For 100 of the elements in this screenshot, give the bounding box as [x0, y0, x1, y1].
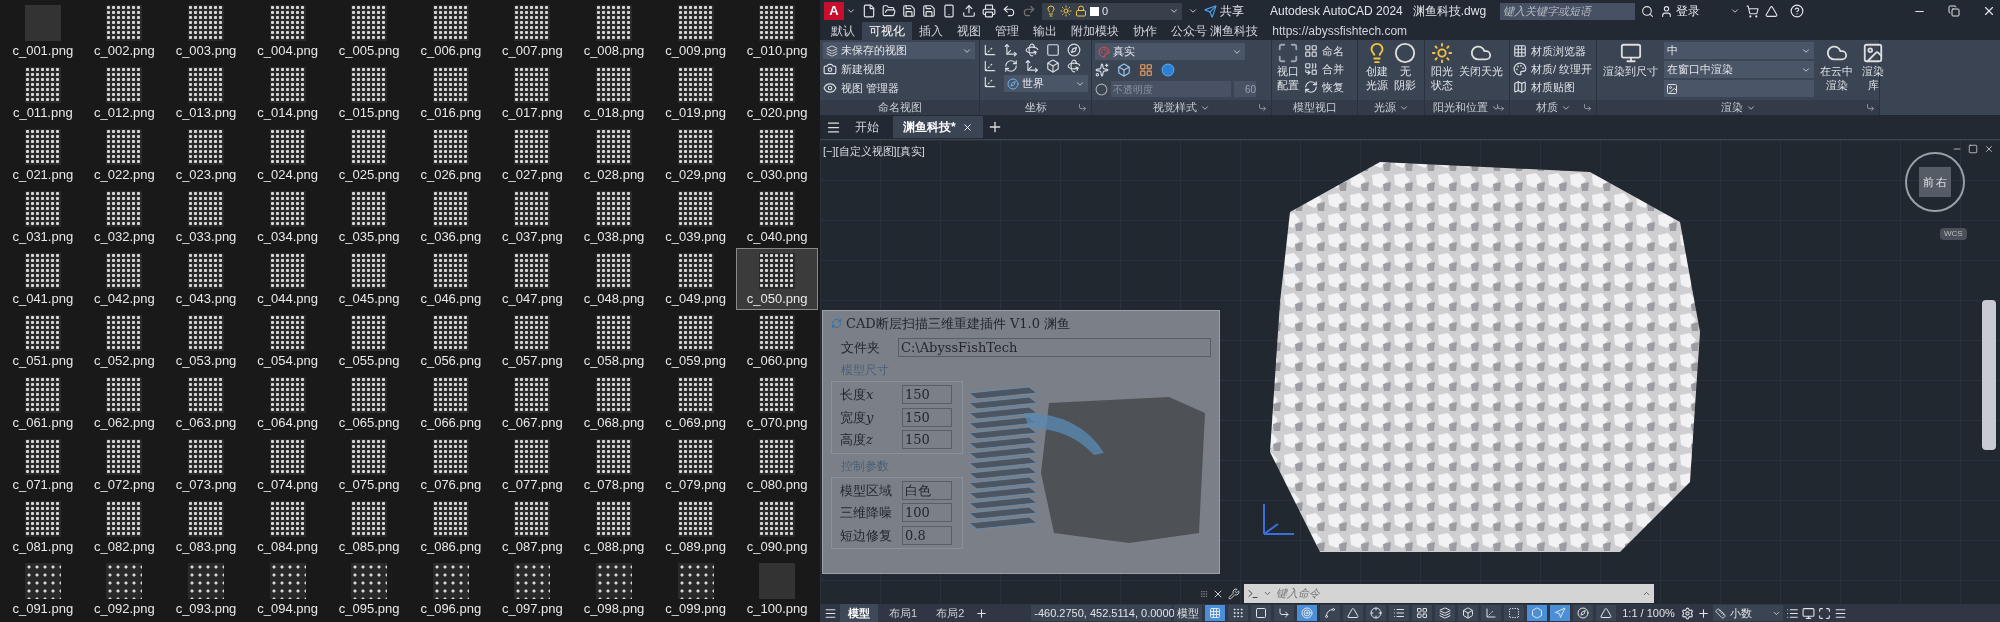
file-item[interactable]: c_069.png — [654, 372, 737, 434]
folder-path-field[interactable]: C:\AbyssFishTech — [898, 337, 1211, 357]
file-item[interactable]: c_020.png — [736, 62, 818, 124]
file-item[interactable]: c_081.png — [2, 496, 84, 558]
dialog-launcher-icon[interactable] — [1258, 103, 1267, 112]
status-toggle[interactable] — [1297, 605, 1318, 621]
file-item[interactable]: c_013.png — [165, 62, 247, 124]
share-button[interactable]: 共享 — [1204, 2, 1244, 20]
file-item[interactable]: c_016.png — [410, 62, 492, 124]
file-item[interactable]: c_060.png — [736, 310, 818, 372]
maximize-icon[interactable] — [1968, 144, 1978, 154]
file-item[interactable]: c_045.png — [328, 248, 410, 310]
file-item[interactable]: c_077.png — [491, 434, 574, 496]
dialog-launcher-icon[interactable] — [1496, 103, 1505, 112]
ribbon-tab[interactable]: 可视化 — [862, 22, 912, 40]
file-item[interactable]: c_043.png — [165, 248, 247, 310]
status-toggle[interactable] — [1320, 605, 1341, 621]
ribbon-large-button[interactable]: 创建 光源 — [1363, 42, 1391, 100]
app-logo[interactable]: A — [824, 2, 844, 20]
ribbon-tab[interactable]: 公众号 渊鱼科技 — [1164, 22, 1266, 40]
file-item[interactable]: c_037.png — [491, 186, 574, 248]
ribbon-large-button[interactable]: 视口 配置 — [1274, 42, 1302, 100]
cart-icon[interactable] — [1746, 4, 1760, 18]
file-item[interactable]: c_030.png — [736, 124, 818, 186]
visual-style-dropdown[interactable]: 真实 — [1095, 43, 1245, 60]
file-item[interactable]: c_033.png — [165, 186, 247, 248]
ribbon-tab[interactable]: 视图 — [950, 22, 988, 40]
file-item[interactable]: c_021.png — [2, 124, 84, 186]
status-toggle[interactable] — [1458, 605, 1479, 621]
ribbon-large-button[interactable]: 渲染 库 — [1859, 42, 1887, 100]
ribbon-tab[interactable]: 默认 — [824, 22, 862, 40]
file-item[interactable]: c_068.png — [573, 372, 655, 434]
status-toggle[interactable] — [1527, 605, 1548, 621]
file-item[interactable]: c_054.png — [246, 310, 329, 372]
wrench-icon[interactable] — [1228, 587, 1240, 600]
file-item[interactable]: c_047.png — [491, 248, 574, 310]
view-dropdown[interactable]: 未保存的视图 — [823, 42, 975, 59]
ribbon-button[interactable]: 新建视图 — [823, 60, 976, 78]
file-item[interactable]: c_017.png — [491, 62, 574, 124]
close-icon[interactable] — [1982, 4, 1996, 18]
ribbon-button[interactable]: 合并 — [1304, 60, 1344, 78]
status-toggle[interactable] — [1366, 605, 1387, 621]
file-item[interactable]: c_049.png — [654, 248, 737, 310]
status-toggle[interactable] — [1412, 605, 1433, 621]
file-item[interactable]: c_051.png — [2, 310, 84, 372]
file-item[interactable]: c_055.png — [328, 310, 410, 372]
search-field[interactable]: 键入关键字或短语 — [1500, 2, 1636, 20]
file-item[interactable]: c_044.png — [246, 248, 329, 310]
open-folder-icon[interactable] — [882, 4, 896, 18]
file-item[interactable]: c_066.png — [410, 372, 492, 434]
status-toggle[interactable] — [1228, 605, 1249, 621]
status-toggle[interactable] — [1274, 605, 1295, 621]
dialog-launcher-icon[interactable] — [1078, 103, 1087, 112]
fullscreen-icon[interactable] — [1817, 606, 1831, 620]
value-field[interactable]: 白色 — [902, 480, 952, 500]
annotation-scale-button[interactable]: 1:1 / 100% — [1619, 604, 1678, 622]
file-item[interactable]: c_042.png — [83, 248, 166, 310]
file-item[interactable]: c_088.png — [573, 496, 655, 558]
file-item[interactable]: c_001.png — [2, 0, 84, 62]
cube-icon[interactable] — [1117, 63, 1131, 77]
upload-icon[interactable] — [962, 4, 976, 18]
render-quality-dropdown[interactable]: 中 — [1664, 42, 1814, 59]
ribbon-button[interactable]: 材质贴图 — [1513, 78, 1593, 96]
status-toggle[interactable] — [1205, 605, 1226, 621]
wcs-label[interactable]: WCS — [1940, 228, 1967, 240]
file-item[interactable]: c_095.png — [328, 558, 410, 620]
close-icon[interactable] — [961, 121, 973, 133]
file-item[interactable]: c_056.png — [410, 310, 492, 372]
save-as-icon[interactable] — [922, 4, 936, 18]
file-item[interactable]: c_061.png — [2, 372, 84, 434]
file-item[interactable]: c_070.png — [736, 372, 818, 434]
file-item[interactable]: c_022.png — [83, 124, 166, 186]
ribbon-tab[interactable]: 管理 — [988, 22, 1026, 40]
ucs-dropdown[interactable]: 世界 — [1004, 75, 1088, 92]
triangle-icon[interactable] — [1765, 4, 1779, 18]
dialog-launcher-icon[interactable] — [1583, 103, 1592, 112]
ribbon-large-button[interactable]: 无 阴影 — [1391, 42, 1419, 100]
file-item[interactable]: c_041.png — [2, 248, 84, 310]
file-item[interactable]: c_032.png — [83, 186, 166, 248]
model-space-button[interactable]: 模型 — [1174, 604, 1203, 622]
close-icon[interactable] — [1984, 144, 1994, 154]
file-item[interactable]: c_003.png — [165, 0, 247, 62]
file-item[interactable]: c_009.png — [654, 0, 737, 62]
menu-icon[interactable] — [826, 119, 841, 135]
value-field[interactable]: 150 — [902, 407, 952, 427]
dialog-launcher-icon[interactable] — [1866, 103, 1875, 112]
file-item[interactable]: c_053.png — [165, 310, 247, 372]
file-item[interactable]: c_019.png — [654, 62, 737, 124]
search-icon[interactable] — [1641, 4, 1655, 18]
status-toggle[interactable] — [1573, 605, 1594, 621]
view-cube[interactable]: 前 右 — [1905, 152, 1965, 212]
coordinates-readout[interactable]: -460.2750, 452.5114, 0.0000 — [1031, 604, 1172, 622]
status-toggle[interactable] — [1504, 605, 1525, 621]
file-item[interactable]: c_084.png — [246, 496, 329, 558]
file-item[interactable]: c_015.png — [328, 62, 410, 124]
file-item[interactable]: c_094.png — [246, 558, 329, 620]
file-item[interactable]: c_065.png — [328, 372, 410, 434]
workspace-icon[interactable] — [1801, 606, 1815, 620]
ribbon-button[interactable]: 命名 — [1304, 42, 1344, 60]
document-tab[interactable]: 开始 — [845, 116, 889, 138]
